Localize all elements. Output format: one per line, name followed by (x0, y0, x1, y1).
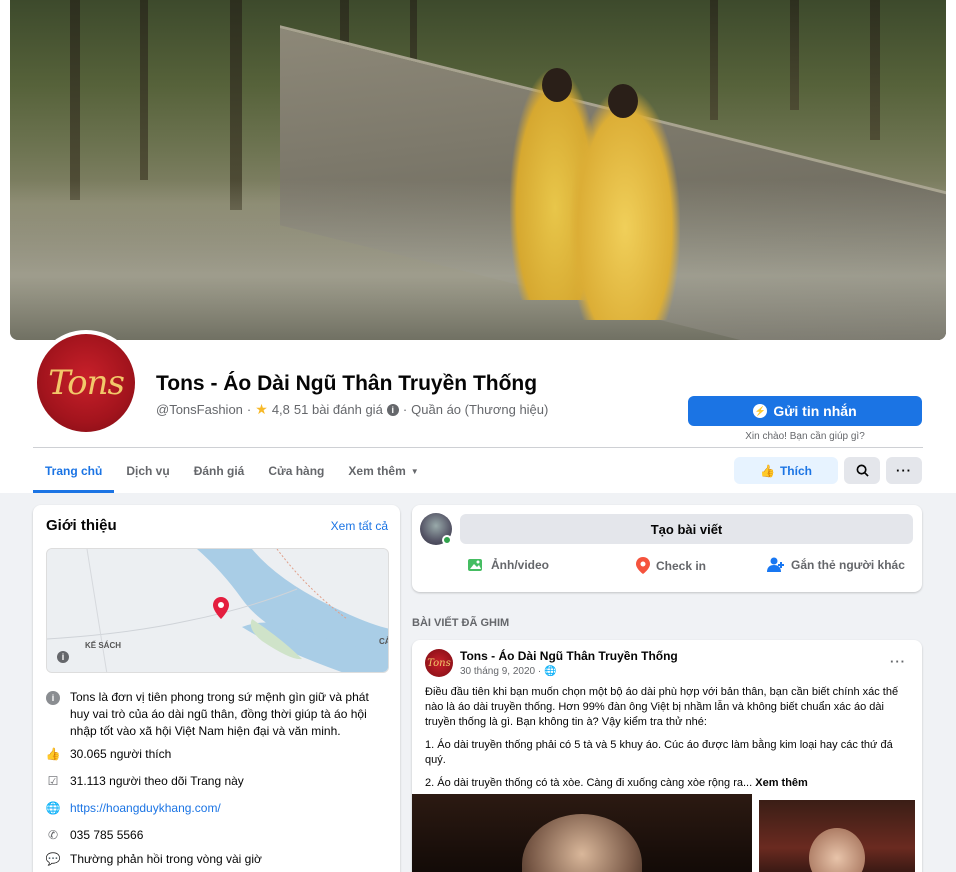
page-subline: @TonsFashion · ★ 4,8 51 bài đánh giá i ·… (156, 401, 549, 417)
message-greeting: Xin chào! Bạn cần giúp gì? (745, 431, 865, 442)
page-handle: @TonsFashion (156, 402, 243, 417)
chat-icon: 💬 (45, 852, 61, 866)
thumbs-up-icon: 👍 (760, 463, 775, 478)
globe-icon: 🌐 (45, 801, 61, 815)
see-all-link[interactable]: Xem tất cả (331, 519, 388, 533)
tab-shop[interactable]: Cửa hàng (256, 451, 336, 491)
page-header: Tons Tons - Áo Dài Ngũ Thân Truyền Thống… (0, 0, 956, 493)
page-title: Tons - Áo Dài Ngũ Thân Truyền Thống (156, 372, 538, 395)
post-image[interactable] (759, 800, 915, 872)
search-icon (856, 464, 869, 477)
tab-services[interactable]: Dịch vụ (114, 451, 181, 491)
tab-reviews[interactable]: Đánh giá (182, 451, 257, 491)
tons-logo: Tons (37, 334, 135, 432)
online-indicator (442, 535, 452, 545)
like-page-button[interactable]: 👍 Thích (734, 457, 838, 484)
page-category: Quần áo (Thương hiệu) (411, 402, 549, 417)
post-paragraph: Điều đầu tiên khi bạn muốn chọn một bộ á… (425, 686, 899, 728)
tag-people-icon (767, 557, 784, 572)
create-post-card: Tạo bài viết Ảnh/video Check in Gắn thẻ … (412, 505, 922, 592)
map-label-ke-sach: KẾ SÁCH (85, 641, 122, 650)
tag-people-button[interactable]: Gắn thẻ người khác (767, 557, 905, 573)
post-timestamp[interactable]: 30 tháng 9, 2020 · 🌐 (460, 666, 556, 677)
thumbs-up-icon: 👍 (45, 747, 61, 761)
location-pin-icon (636, 557, 650, 574)
post-options-button[interactable]: ··· (890, 654, 906, 669)
post-image[interactable] (412, 794, 752, 872)
website-link[interactable]: https://hoangduykhang.com/ (70, 801, 221, 815)
post-author-name[interactable]: Tons - Áo Dài Ngũ Thân Truyền Thống (460, 649, 678, 663)
search-button[interactable] (844, 457, 880, 484)
divider (33, 447, 923, 448)
tab-home[interactable]: Trang chủ (33, 451, 115, 493)
map-pin-icon (213, 597, 229, 619)
tab-more[interactable]: Xem thêm ▼ (336, 451, 430, 491)
photo-icon (468, 559, 482, 571)
intro-title: Giới thiệu (46, 517, 117, 534)
post-paragraph: 2. Áo dài truyền thống có tà xòe. Càng đ… (425, 777, 808, 789)
phone-icon: ✆ (47, 828, 59, 842)
more-options-button[interactable]: ··· (886, 457, 922, 484)
map-info-icon[interactable]: i (57, 651, 69, 663)
page-tabs: Trang chủ Dịch vụ Đánh giá Cửa hàng Xem … (33, 451, 431, 493)
photo-video-button[interactable]: Ảnh/video (467, 557, 549, 573)
phone-row: ✆ 035 785 5566 (47, 828, 144, 842)
review-count[interactable]: 51 bài đánh giá (294, 402, 383, 417)
check-in-button[interactable]: Check in (636, 557, 706, 574)
create-post-button[interactable]: Tạo bài viết (460, 514, 913, 544)
globe-icon: 🌐 (543, 666, 557, 677)
likes-row: 👍 30.065 người thích (45, 747, 172, 761)
page-description: Tons là đơn vị tiên phong trong sứ mệnh … (70, 690, 369, 738)
ellipsis-icon: ··· (896, 463, 912, 478)
post-paragraph: 1. Áo dài truyền thống phải có 5 tà và 5… (425, 739, 893, 766)
follow-icon: ☑ (47, 774, 59, 788)
see-more-link[interactable]: Xem thêm (755, 777, 808, 789)
send-message-button[interactable]: ⚡ Gửi tin nhắn (688, 396, 922, 426)
response-row: 💬 Thường phản hồi trong vòng vài giờ (45, 852, 262, 866)
messenger-icon: ⚡ (753, 404, 768, 418)
followers-row: ☑ 31.113 người theo dõi Trang này (47, 774, 244, 788)
map-label-edge: CẢ (379, 637, 388, 646)
cover-photo[interactable] (10, 0, 946, 340)
location-map[interactable]: KẾ SÁCH CẢ i (46, 548, 389, 673)
star-icon: ★ (255, 401, 268, 417)
page-avatar[interactable]: Tons (33, 330, 139, 436)
post-author-avatar[interactable]: Tons (425, 649, 453, 677)
info-icon[interactable]: i (386, 403, 399, 416)
post-body: Điều đầu tiên khi bạn muốn chọn một bộ á… (425, 685, 915, 799)
pinned-post-card: Tons Tons - Áo Dài Ngũ Thân Truyền Thống… (412, 640, 922, 872)
caret-down-icon: ▼ (410, 466, 419, 476)
intro-card: Giới thiệu Xem tất cả KẾ SÁCH CẢ i i Ton… (33, 505, 400, 872)
pinned-posts-heading: BÀI VIẾT ĐÃ GHIM (412, 617, 510, 629)
rating-value[interactable]: 4,8 (272, 402, 290, 417)
website-row: 🌐 https://hoangduykhang.com/ (46, 801, 221, 815)
